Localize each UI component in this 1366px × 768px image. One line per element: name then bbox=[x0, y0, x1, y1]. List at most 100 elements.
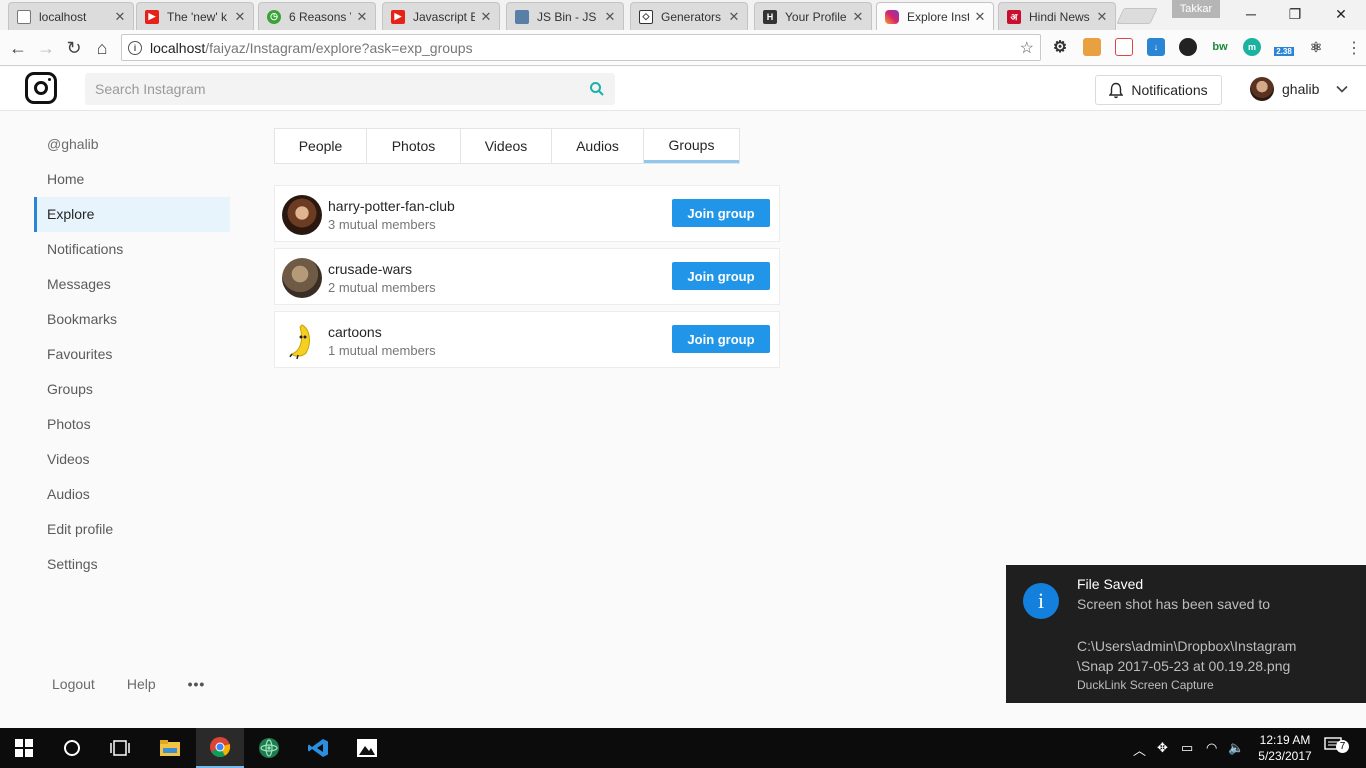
sidebar-item-messages[interactable]: Messages bbox=[34, 267, 230, 302]
address-bar[interactable]: i localhost /faiyaz/Instagram/explore?as… bbox=[121, 34, 1041, 61]
reload-icon[interactable]: ↻ bbox=[63, 37, 85, 59]
sidebar-item-audios[interactable]: Audios bbox=[34, 477, 230, 512]
close-icon[interactable]: ✕ bbox=[1095, 9, 1109, 25]
new-tab-button[interactable] bbox=[1116, 8, 1158, 24]
banana-cartoon-icon[interactable] bbox=[282, 321, 322, 361]
extension-icon[interactable]: bw bbox=[1211, 38, 1229, 56]
file-explorer-icon[interactable] bbox=[146, 728, 194, 768]
download-icon[interactable]: ↓ bbox=[1147, 38, 1165, 56]
back-icon[interactable]: ← bbox=[7, 37, 29, 59]
logout-link[interactable]: Logout bbox=[52, 676, 95, 692]
close-icon[interactable]: ✕ bbox=[355, 9, 369, 25]
browser-profile-chip[interactable]: Takkar bbox=[1172, 0, 1220, 18]
extension-badge-icon[interactable]: 2.38 bbox=[1274, 38, 1294, 56]
close-icon[interactable]: ✕ bbox=[603, 9, 617, 25]
group-name[interactable]: harry-potter-fan-club bbox=[328, 198, 455, 214]
sidebar-item-notifications[interactable]: Notifications bbox=[34, 232, 230, 267]
clock-time: 12:19 AM bbox=[1259, 733, 1311, 747]
join-group-button[interactable]: Join group bbox=[672, 199, 770, 227]
bookmark-star-icon[interactable]: ☆ bbox=[1020, 38, 1034, 58]
tab-photos[interactable]: Photos bbox=[367, 129, 461, 163]
search-icon[interactable] bbox=[589, 81, 605, 97]
tab-people[interactable]: People bbox=[275, 129, 367, 163]
home-icon[interactable]: ⌂ bbox=[91, 37, 113, 59]
tab-videos[interactable]: Videos bbox=[461, 129, 552, 163]
sidebar-item-videos[interactable]: Videos bbox=[34, 442, 230, 477]
browser-tab[interactable]: localhost ✕ bbox=[8, 2, 134, 30]
group-avatar[interactable] bbox=[282, 195, 322, 235]
browser-tab[interactable]: JS Bin - JS B ✕ bbox=[506, 2, 624, 30]
user-menu[interactable]: ghalib bbox=[1250, 76, 1319, 102]
extension-icon[interactable] bbox=[1083, 38, 1101, 56]
settings-gear-icon[interactable]: ⚙ bbox=[1051, 38, 1069, 56]
group-name[interactable]: crusade-wars bbox=[328, 261, 412, 277]
minimize-icon[interactable]: ─ bbox=[1228, 0, 1274, 28]
sidebar-item-explore[interactable]: Explore bbox=[34, 197, 230, 232]
extension-icon[interactable] bbox=[1179, 38, 1197, 56]
sidebar-footer: Logout Help ••• bbox=[52, 676, 237, 692]
notifications-button[interactable]: Notifications bbox=[1095, 75, 1222, 105]
close-icon[interactable]: ✕ bbox=[727, 9, 741, 25]
menu-kebab-icon[interactable]: ⋮ bbox=[1346, 38, 1362, 58]
page-icon bbox=[17, 9, 31, 24]
tab-audios[interactable]: Audios bbox=[552, 129, 644, 163]
instagram-logo-icon[interactable] bbox=[25, 72, 57, 104]
close-icon[interactable]: ✕ bbox=[233, 9, 247, 25]
windows-start-icon[interactable] bbox=[0, 728, 48, 768]
tab-title: Explore Inst bbox=[907, 9, 969, 24]
join-group-button[interactable]: Join group bbox=[672, 325, 770, 353]
codepen-icon: ◇ bbox=[639, 9, 653, 24]
sidebar-item-bookmarks[interactable]: Bookmarks bbox=[34, 302, 230, 337]
sidebar-item-home[interactable]: Home bbox=[34, 162, 230, 197]
wifi-icon[interactable]: ◠ bbox=[1206, 740, 1217, 756]
close-icon[interactable]: ✕ bbox=[973, 9, 987, 25]
dropbox-icon[interactable]: ✥ bbox=[1157, 740, 1168, 756]
browser-tab[interactable]: ◷ 6 Reasons V ✕ bbox=[258, 2, 376, 30]
explore-tabs: People Photos Videos Audios Groups bbox=[274, 128, 740, 164]
battery-icon[interactable]: ▭ bbox=[1181, 740, 1193, 756]
volume-icon[interactable]: 🔈 bbox=[1228, 740, 1244, 756]
group-avatar[interactable] bbox=[282, 258, 322, 298]
group-mutual-count: 2 mutual members bbox=[328, 280, 436, 295]
vscode-icon[interactable] bbox=[294, 728, 342, 768]
chevron-up-icon[interactable]: ︿ bbox=[1133, 740, 1146, 759]
photos-app-icon[interactable] bbox=[343, 728, 391, 768]
restore-icon[interactable]: ❐ bbox=[1272, 0, 1318, 28]
cortana-search-icon[interactable] bbox=[48, 728, 96, 768]
window-close-icon[interactable]: ✕ bbox=[1318, 0, 1364, 28]
chevron-down-icon[interactable] bbox=[1336, 83, 1348, 95]
browser-tab-active[interactable]: Explore Inst ✕ bbox=[876, 2, 994, 30]
forward-icon[interactable]: → bbox=[35, 37, 57, 59]
task-view-icon[interactable] bbox=[96, 728, 144, 768]
more-options-icon[interactable]: ••• bbox=[188, 676, 206, 692]
group-name[interactable]: cartoons bbox=[328, 324, 382, 340]
sidebar-item-groups[interactable]: Groups bbox=[34, 372, 230, 407]
join-group-button[interactable]: Join group bbox=[672, 262, 770, 290]
extension-icon[interactable]: ⚛ bbox=[1307, 38, 1325, 56]
sidebar-item-photos[interactable]: Photos bbox=[34, 407, 230, 442]
sidebar-item-favourites[interactable]: Favourites bbox=[34, 337, 230, 372]
help-link[interactable]: Help bbox=[127, 676, 156, 692]
browser-tab[interactable]: अ Hindi News ✕ bbox=[998, 2, 1116, 30]
browser-tab[interactable]: ◇ Generators ✕ bbox=[630, 2, 748, 30]
action-center-icon[interactable]: 7 bbox=[1324, 737, 1349, 753]
browser-tab[interactable]: H Your Profile ✕ bbox=[754, 2, 872, 30]
toast-app-name: DuckLink Screen Capture bbox=[1077, 678, 1214, 692]
close-icon[interactable]: ✕ bbox=[851, 9, 865, 25]
tab-groups[interactable]: Groups bbox=[644, 129, 739, 163]
sidebar-handle[interactable]: @ghalib bbox=[34, 127, 230, 162]
close-icon[interactable]: ✕ bbox=[113, 9, 127, 25]
sidebar-item-edit-profile[interactable]: Edit profile bbox=[34, 512, 230, 547]
extension-icon[interactable] bbox=[1115, 38, 1133, 56]
browser-tab[interactable]: ▶ The 'new' k ✕ bbox=[136, 2, 254, 30]
extension-icon[interactable]: m bbox=[1243, 38, 1261, 56]
sidebar-item-settings[interactable]: Settings bbox=[34, 547, 230, 582]
chrome-icon[interactable] bbox=[196, 728, 244, 768]
close-icon[interactable]: ✕ bbox=[479, 9, 493, 25]
atom-icon[interactable] bbox=[245, 728, 293, 768]
info-icon[interactable]: i bbox=[128, 40, 142, 55]
browser-tab[interactable]: ▶ Javascript E ✕ bbox=[382, 2, 500, 30]
search-input[interactable] bbox=[85, 73, 615, 105]
file-saved-toast[interactable]: i File Saved Screen shot has been saved … bbox=[1006, 565, 1366, 703]
taskbar-clock[interactable]: 12:19 AM 5/23/2017 bbox=[1250, 732, 1320, 764]
